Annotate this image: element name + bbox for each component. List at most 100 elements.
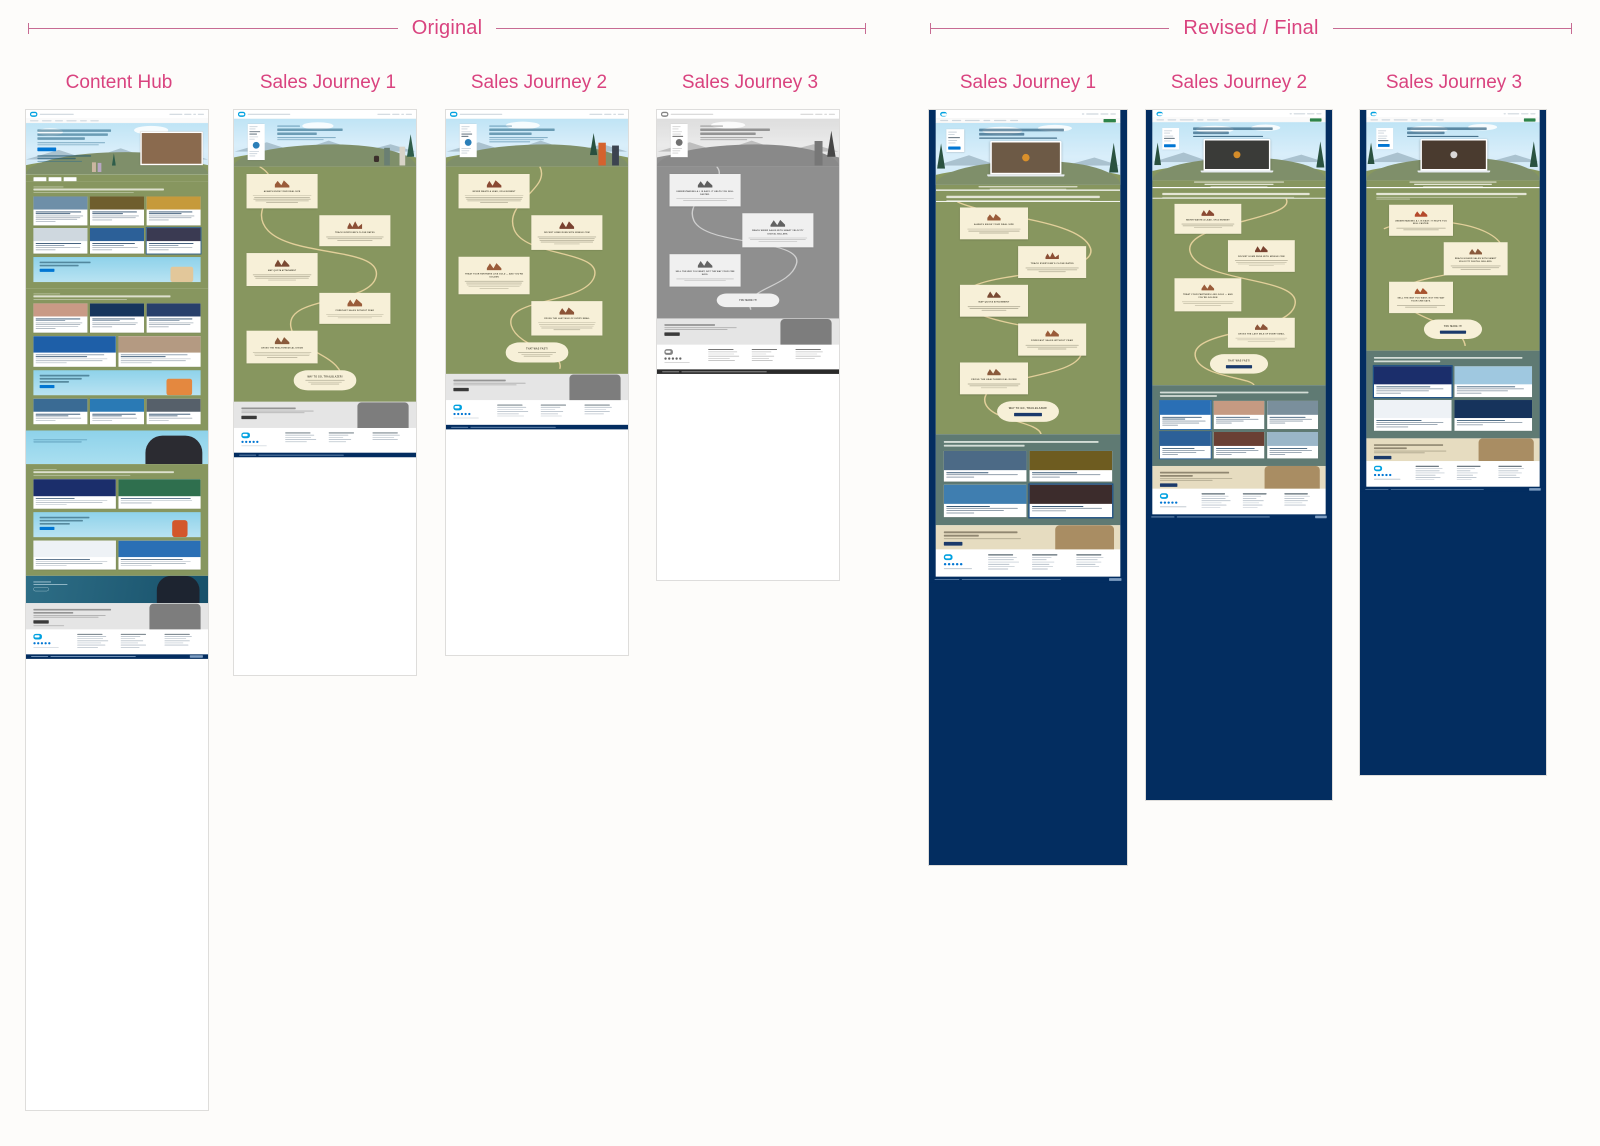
cta-band-button[interactable] <box>241 415 257 420</box>
contact-button[interactable] <box>943 541 963 546</box>
article-card[interactable] <box>118 479 201 509</box>
resource-card[interactable] <box>943 484 1027 518</box>
article-card[interactable] <box>89 303 145 333</box>
article-card[interactable] <box>89 228 145 254</box>
journey-card[interactable]: CROSS THE LAST MILE OF EVERY EMAIL <box>1227 317 1295 348</box>
subnav-item[interactable] <box>90 120 99 122</box>
cta-band[interactable] <box>446 373 628 401</box>
resource-grid[interactable] <box>1159 400 1319 460</box>
journey-card[interactable]: ALWAYS KNOW YOUR DEAL SIZE <box>959 207 1029 240</box>
cta-band[interactable] <box>234 401 416 428</box>
navbar-cta-button[interactable] <box>1309 118 1322 122</box>
journey-card[interactable]: MAP QUOTA ATTAINMENT <box>246 253 318 286</box>
mockup-rev-journey-3[interactable]: UNDERSTANDING A.I. IS EASY. IT HELPS YOU… <box>1360 110 1546 775</box>
subnav-item[interactable] <box>66 120 77 122</box>
nav-link-2[interactable] <box>184 113 192 115</box>
mockup-orig-journey-2[interactable]: NEVER WASTE A LEAD, OR A MOMENT ROCKET H… <box>446 110 628 655</box>
journey-card[interactable]: ROCKET HOME RUNS WITH MOBILE CRM <box>531 215 603 250</box>
article-grid-4[interactable] <box>33 398 201 425</box>
journey-card[interactable]: ALWAYS KNOW YOUR DEAL SIZE <box>246 173 318 209</box>
promo-cta-button[interactable] <box>39 526 55 530</box>
article-grid-2[interactable] <box>33 303 201 333</box>
article-card[interactable] <box>146 196 201 226</box>
search-icon[interactable] <box>193 113 197 115</box>
journey-card[interactable]: REACH WIDER SALES WITH SMART VELOCITY DI… <box>742 213 814 248</box>
sticky-sidebar[interactable] <box>946 129 965 153</box>
search-icon[interactable] <box>1289 113 1292 115</box>
article-card[interactable] <box>118 540 201 570</box>
resource-card[interactable] <box>1372 365 1453 399</box>
article-card[interactable] <box>118 336 201 367</box>
site-navbar[interactable] <box>234 110 416 119</box>
nav-link-1[interactable] <box>169 113 183 115</box>
journey-card[interactable]: TRACK EVERYONE'S CLOSE RATES <box>319 215 391 247</box>
contact-band[interactable] <box>1152 466 1326 489</box>
sticky-sidebar[interactable] <box>1162 128 1180 150</box>
site-footer[interactable] <box>935 549 1121 577</box>
journey-card[interactable]: TRACK EVERYONE'S CLOSE RATES <box>1018 246 1087 279</box>
site-footer[interactable] <box>26 629 208 655</box>
resource-card[interactable] <box>1454 400 1533 431</box>
journey-card[interactable]: NEVER WASTE A LEAD, OR A MOMENT <box>458 173 530 209</box>
journey-card[interactable]: TREAT YOUR PARTNERS LIKE GOLD — AND YOU'… <box>458 256 530 295</box>
sticky-sidebar[interactable] <box>670 123 688 158</box>
journey-card[interactable]: ROCKET HOME RUNS WITH MOBILE CRM <box>1227 240 1295 272</box>
resource-card[interactable] <box>1454 366 1533 398</box>
footer-links-col[interactable] <box>120 633 157 649</box>
promo-banner-1[interactable] <box>33 257 201 283</box>
sidebar-cta-button[interactable] <box>1164 144 1176 148</box>
article-grid-3[interactable] <box>33 336 201 367</box>
article-card[interactable] <box>89 196 145 226</box>
hero-video-player[interactable] <box>990 140 1062 175</box>
article-grid-5[interactable] <box>33 479 201 509</box>
journey-card[interactable]: UNDERSTANDING A.I. IS EASY. IT HELPS YOU… <box>1389 204 1453 236</box>
journey-card[interactable]: MAP QUOTA ATTAINMENT <box>959 284 1029 317</box>
promo-cta-button[interactable] <box>39 268 55 272</box>
site-footer[interactable] <box>1366 461 1540 487</box>
journey-card[interactable]: REACH HIGHER SALES WITH SMART VELOCITY D… <box>1443 242 1508 276</box>
journey-card[interactable]: SELL THE WAY YOU WANT, NOT THE WAY YOUR … <box>669 254 741 287</box>
promo-banner-2[interactable] <box>33 370 201 396</box>
journey-card[interactable]: NEVER WASTE A LEAD, OR A MOMENT <box>1174 203 1242 234</box>
video-play-icon[interactable] <box>1233 151 1241 159</box>
article-card[interactable] <box>89 398 145 425</box>
finish-callout-button[interactable] <box>1014 412 1042 417</box>
social-links[interactable] <box>33 642 69 645</box>
search-icon[interactable] <box>1503 113 1506 115</box>
subnav-item[interactable] <box>55 120 63 122</box>
article-grid-6[interactable] <box>33 540 201 570</box>
hero-cta-button[interactable] <box>37 147 57 152</box>
site-footer[interactable] <box>234 427 416 453</box>
sticky-sidebar[interactable] <box>459 123 477 158</box>
account-icon[interactable] <box>405 113 413 115</box>
navbar-cta-button[interactable] <box>1103 118 1116 123</box>
navbar-right-group[interactable] <box>169 113 205 115</box>
resource-card[interactable] <box>1159 400 1212 431</box>
filter-chip-row[interactable] <box>26 174 208 182</box>
mockup-orig-journey-1[interactable]: ALWAYS KNOW YOUR DEAL SIZE TRACK EVERYON… <box>234 110 416 675</box>
sidebar-cta-button[interactable] <box>1378 144 1390 147</box>
subnav-item[interactable] <box>80 120 87 122</box>
site-navbar[interactable] <box>26 110 208 119</box>
resource-card[interactable] <box>1029 450 1113 482</box>
article-card[interactable] <box>33 228 88 254</box>
subnav-item[interactable] <box>29 120 39 122</box>
article-card[interactable] <box>33 540 116 570</box>
article-card[interactable] <box>33 303 88 333</box>
cta-band-button[interactable] <box>33 620 49 624</box>
article-card[interactable] <box>146 303 201 333</box>
hero-video-player[interactable] <box>1420 139 1488 171</box>
article-card[interactable] <box>145 227 202 255</box>
search-icon[interactable] <box>824 113 828 115</box>
journey-card[interactable]: FORECAST SALES WITHOUT FEAR <box>1018 323 1087 356</box>
mockup-content-hub[interactable] <box>26 110 208 1110</box>
journey-card[interactable]: CROSS THE HEALTH/MEDICAL DIVIDE <box>959 362 1029 395</box>
resource-card[interactable] <box>1267 432 1319 459</box>
contact-band[interactable] <box>1366 438 1540 462</box>
journey-card[interactable]: SELL THE WAY YOU WANT, NOT THE WAY YOUR … <box>1389 281 1453 314</box>
sticky-sidebar[interactable] <box>247 123 265 161</box>
mockup-rev-journey-1[interactable]: ALWAYS KNOW YOUR DEAL SIZE TRACK EVERYON… <box>929 110 1127 865</box>
contact-band[interactable] <box>935 525 1121 550</box>
article-grid-1[interactable] <box>33 196 202 255</box>
subnav-item[interactable] <box>41 120 52 122</box>
